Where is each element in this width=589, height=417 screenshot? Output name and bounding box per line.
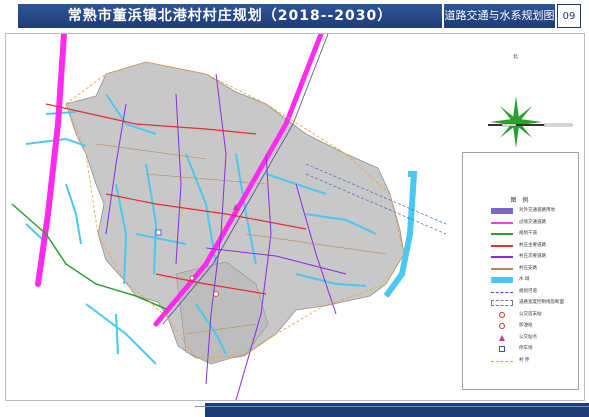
- compass-north-label: 北: [513, 54, 519, 60]
- legend-symbol: [491, 233, 513, 235]
- compass-rose: [490, 96, 542, 148]
- legend-symbol: [491, 256, 513, 258]
- sheet-title-band: 道路交通与水系规划图: [444, 4, 555, 28]
- legend-label: 村 界: [519, 357, 530, 363]
- canal-11: [115, 313, 119, 355]
- legend-item: 对外交通道路用地: [471, 207, 576, 215]
- legend-panel: 图 例 对外交通道路用地 过境交通道路 规划干道村庄主要道路 村庄次要道路 村庄支路水 …: [462, 152, 579, 390]
- highway-west: [35, 34, 67, 287]
- scale-bar-seg-1: [488, 124, 502, 126]
- footer-left: [0, 403, 205, 417]
- title-band: 常熟市董浜镇北港村村庄规划（2018--2030）: [18, 4, 442, 28]
- sheet-title: 道路交通与水系规划图: [444, 9, 555, 22]
- legend-symbol: [491, 208, 513, 214]
- scale-bar-seg-2: [501, 123, 517, 127]
- legend-item: 村庄支路: [471, 265, 576, 273]
- legend-symbol: [491, 244, 513, 247]
- canal-14: [25, 223, 43, 240]
- legend-label: 规划河道: [519, 288, 537, 294]
- legend-item: 过境交通道路: [471, 219, 576, 227]
- legend-item: 村庄主要道路: [471, 242, 576, 250]
- legend-symbol: [491, 360, 513, 362]
- legend-item: 村庄次要道路: [471, 253, 576, 261]
- bus-terminal-marker: [213, 291, 219, 297]
- header-bar: 常熟市董浜镇北港村村庄规划（2018--2030） 道路交通与水系规划图 09: [0, 0, 589, 30]
- legend-symbol: [491, 221, 513, 224]
- legend-item: 规划河道: [471, 288, 576, 296]
- legend-symbol: [499, 334, 505, 341]
- legend-symbol: [499, 311, 505, 318]
- legend-item: 停车场: [471, 345, 576, 353]
- legend-item: 公交站点: [471, 334, 576, 342]
- gas-station-marker: [189, 275, 195, 281]
- legend-title: 图 例: [510, 197, 531, 204]
- sheet-number: 09: [557, 4, 581, 28]
- legend-label: 加油站: [519, 323, 533, 328]
- legend-label: 规划干道: [519, 231, 537, 236]
- legend-label: 停车场: [519, 346, 533, 351]
- scale-bar-seg-4: [543, 123, 573, 127]
- legend-item: 公交首末站: [471, 311, 576, 319]
- legend-label: 村庄次要道路: [519, 254, 546, 259]
- legend-item: 加油站: [471, 322, 576, 330]
- scale-bar: [488, 123, 573, 127]
- legend-symbol: [491, 277, 513, 283]
- legend-symbol: [499, 346, 505, 352]
- legend-symbol: [491, 291, 513, 293]
- legend-symbol: [491, 267, 513, 270]
- legend-item: 道路宽度控制线及断面: [471, 299, 576, 307]
- legend-label: 村庄主要道路: [519, 242, 546, 248]
- footer-divider: [195, 406, 589, 407]
- legend-label: 过境交通道路: [519, 219, 546, 225]
- legend-symbol: [499, 323, 505, 329]
- legend-label: 公交首末站: [519, 311, 542, 317]
- legend-label: 对外交通道路用地: [519, 208, 555, 213]
- map-title: 常熟市董浜镇北港村村庄规划（2018--2030）: [67, 8, 393, 24]
- legend-symbol: [491, 300, 513, 306]
- scale-bar-seg-3: [516, 124, 544, 126]
- legend-item: 水 域: [471, 276, 576, 284]
- legend-item: 规划干道: [471, 230, 576, 238]
- legend-label: 村庄支路: [519, 265, 537, 271]
- legend-item: 村 界: [471, 357, 576, 365]
- canal-10: [85, 303, 157, 365]
- legend-label: 水 域: [519, 277, 530, 282]
- parking-marker: [155, 229, 162, 236]
- legend-label: 公交站点: [519, 334, 537, 340]
- legend-label: 道路宽度控制线及断面: [519, 300, 564, 305]
- canal-15: [65, 183, 82, 245]
